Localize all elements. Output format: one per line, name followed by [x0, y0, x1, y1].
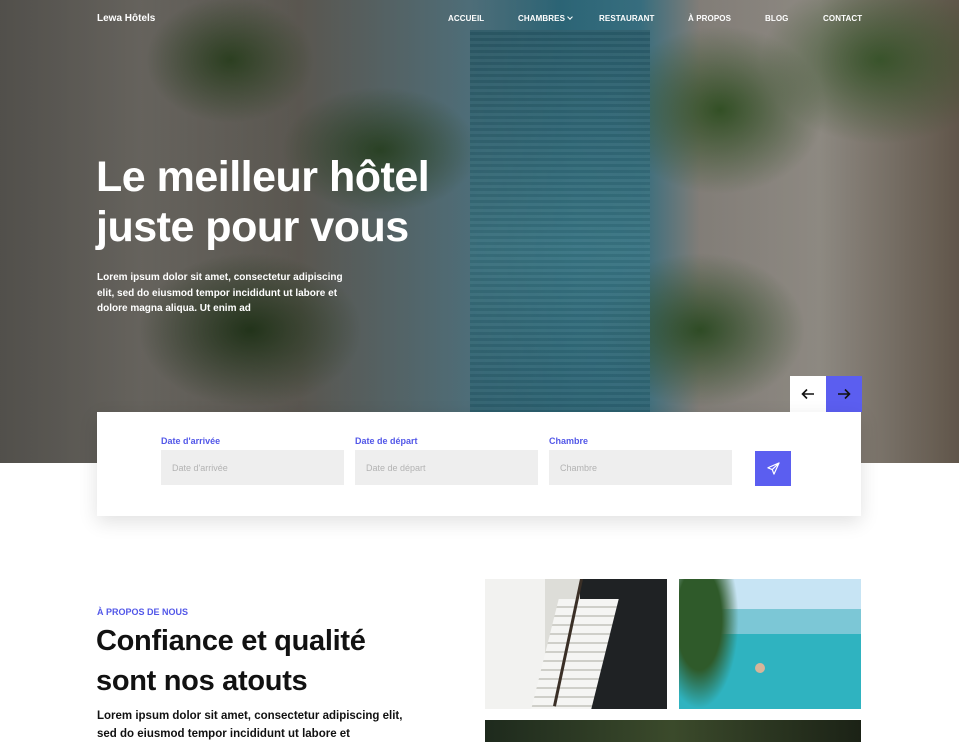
slider-next-button[interactable]: [826, 376, 862, 412]
nav-item-accueil[interactable]: ACCUEIL: [448, 14, 484, 23]
departure-date-input[interactable]: [355, 450, 538, 485]
nav-item-blog[interactable]: BLOG: [765, 14, 789, 23]
room-label: Chambre: [549, 436, 589, 446]
nav-item-a-propos[interactable]: À PROPOS: [688, 14, 731, 23]
arrival-label: Date d'arrivée: [161, 436, 221, 446]
departure-label: Date de départ: [355, 436, 418, 446]
slider-prev-button[interactable]: [790, 376, 826, 412]
hero-title-line1: Le meilleur hôtel: [96, 153, 430, 201]
garden-photo: [485, 720, 861, 742]
room-field-group: Chambre: [549, 436, 732, 485]
arrival-date-input[interactable]: [161, 450, 344, 485]
nav-item-restaurant[interactable]: RESTAURANT: [599, 14, 655, 23]
arrow-left-icon: [801, 388, 814, 400]
hero-description: Lorem ipsum dolor sit amet, consectetur …: [97, 272, 343, 314]
main-menu: ACCUEIL CHAMBRES RESTAURANT À PROPOS BLO…: [448, 14, 868, 26]
about-eyebrow: À PROPOS DE NOUS: [97, 607, 189, 617]
booking-form: Date d'arrivée Date de départ Chambre: [97, 412, 861, 516]
nav-item-chambres-label: CHAMBRES: [518, 14, 566, 23]
about-title-line1: Confiance et qualité: [96, 625, 366, 657]
brand-logo[interactable]: Lewa Hôtels: [97, 13, 155, 24]
room-input[interactable]: [549, 450, 732, 485]
hero-title: Le meilleur hôtel juste pour vous: [96, 152, 516, 252]
about-title: Confiance et qualité sont nos atouts: [96, 621, 456, 701]
top-navigation: Lewa Hôtels ACCUEIL CHAMBRES RESTAURANT …: [0, 0, 959, 40]
infinity-pool-photo: [679, 579, 861, 709]
booking-submit-button[interactable]: [755, 451, 791, 486]
hero-title-line2: juste pour vous: [96, 203, 409, 251]
departure-field-group: Date de départ: [355, 436, 538, 485]
about-description: Lorem ipsum dolor sit amet, consectetur …: [97, 710, 403, 740]
arrival-field-group: Date d'arrivée: [161, 436, 344, 485]
stairs-photo: [485, 579, 667, 709]
chevron-down-icon: [567, 14, 573, 20]
arrow-right-icon: [838, 388, 851, 400]
nav-item-chambres[interactable]: CHAMBRES: [518, 14, 573, 23]
send-icon: [766, 462, 780, 475]
about-title-line2: sont nos atouts: [96, 665, 308, 697]
nav-item-contact[interactable]: CONTACT: [823, 14, 862, 23]
